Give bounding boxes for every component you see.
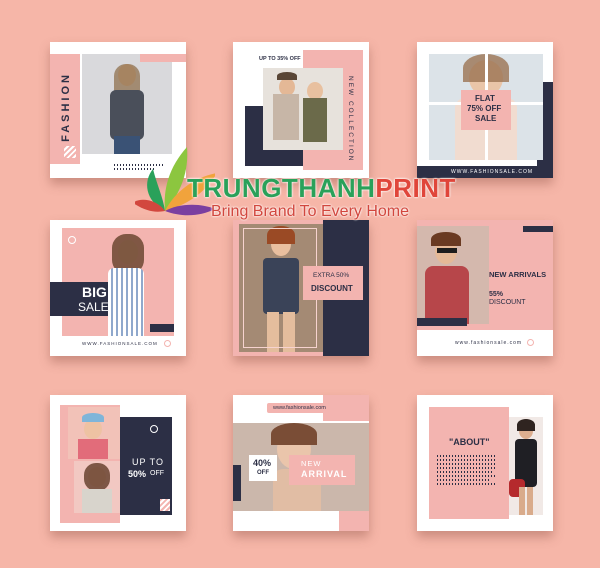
model-photo-top (68, 407, 120, 459)
card-about: "ABOUT" (417, 395, 553, 531)
site-url: WWW.FASHIONSALE.COM (451, 169, 534, 175)
hatch-pattern (64, 146, 76, 158)
promo-text: UP TO 35% OFF (259, 56, 301, 62)
about-text-line (437, 459, 497, 461)
models-photo (263, 68, 343, 150)
card-new-arrivals: NEW ARRIVALS 55% DISCOUNT www.fashionsal… (417, 220, 553, 356)
ring-decoration (68, 236, 76, 244)
card-big-sale: BIG SALE WWW.FASHIONSALE.COM (50, 220, 186, 356)
arrival-line1: NEW (301, 459, 322, 468)
ring-small (527, 339, 534, 346)
navy-accent (233, 465, 241, 501)
about-text-line (437, 467, 497, 469)
card-flat-sale: FLAT 75% OFF SALE WWW.FASHIONSALE.COM (417, 42, 553, 178)
flat-line2: 75% OFF (467, 104, 502, 113)
extra-line2: DISCOUNT (311, 284, 353, 293)
arrivals-pct: 55% (489, 291, 504, 298)
card-up-to-50: UP TO 50% OFF (50, 395, 186, 531)
model-photo (509, 417, 543, 515)
card-extra-discount: EXTRA 50% DISCOUNT (233, 220, 369, 356)
navy-bar (417, 318, 467, 326)
brand-part2: PRINT (375, 173, 456, 203)
watermark-tagline: Bring Brand To Every Home (211, 203, 410, 220)
ring-small (164, 340, 171, 347)
extra-line1: EXTRA 50% (313, 272, 350, 279)
navy-strip-top (523, 226, 553, 232)
about-text-line (437, 475, 497, 477)
flat-line3: SALE (475, 114, 497, 123)
upto-line1: UP TO (132, 457, 165, 467)
ring-decoration (150, 425, 158, 433)
flat-line1: FLAT (475, 94, 495, 103)
model-photo (417, 226, 489, 324)
brand-part1: TRUNGTHANH (187, 173, 376, 203)
site-url: www.fashionsale.com (455, 340, 523, 346)
arrivals-discount: DISCOUNT (489, 299, 526, 306)
upto-pct: 50% (128, 469, 147, 479)
about-text-line (437, 455, 497, 457)
site-url: WWW.FASHIONSALE.COM (82, 341, 158, 346)
arrivals-title: NEW ARRIVALS (489, 270, 547, 279)
hatch-pattern (160, 499, 170, 511)
site-url: www.fashionsale.com (273, 405, 326, 411)
about-text-line (437, 479, 489, 481)
about-text-line (437, 471, 493, 473)
fashion-label: FASHION (60, 72, 72, 142)
about-text-line (437, 483, 497, 485)
upto-off: OFF (150, 470, 164, 477)
accent-block (140, 54, 186, 62)
arrival-off: OFF (257, 470, 269, 476)
navy-accent (150, 324, 174, 332)
sale-line1: BIG (82, 284, 107, 300)
about-title: "ABOUT" (449, 437, 490, 447)
about-text-line (437, 463, 497, 465)
card-new-arrival: www.fashionsale.com 40% OFF NEW ARRIVAL (233, 395, 369, 531)
arrival-line2: ARRIVAL (301, 469, 348, 479)
model-photo-bottom (74, 461, 120, 513)
sale-line2: SALE (78, 300, 109, 314)
pink-bottom (339, 511, 369, 531)
watermark-logo: TRUNGTHANHPRINT Bring Brand To Every Hom… (135, 143, 455, 233)
arrival-pct: 40% (253, 458, 272, 468)
model-photo (82, 54, 172, 154)
watermark-brand: TRUNGTHANHPRINT (187, 173, 456, 204)
